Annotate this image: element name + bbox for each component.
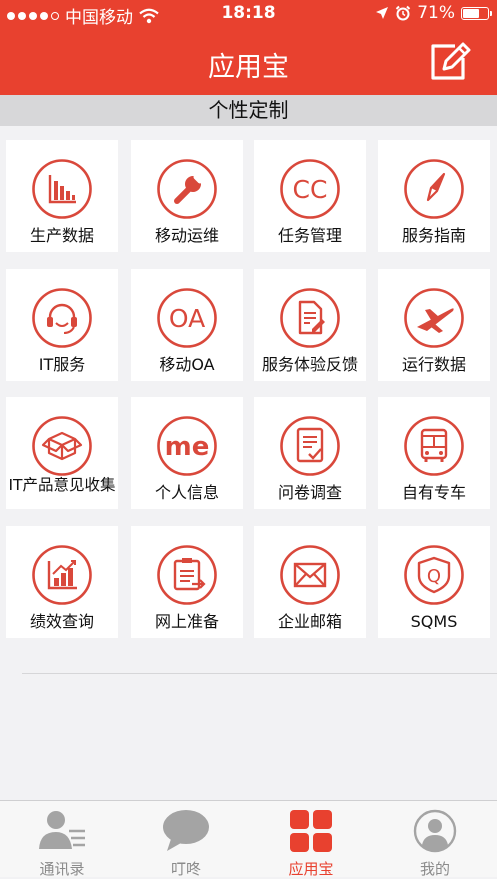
status-right: 71% <box>375 3 492 23</box>
app-tile[interactable]: 生产数据 <box>6 140 118 252</box>
wrench-icon <box>157 159 217 219</box>
contacts-icon <box>39 811 85 849</box>
cc-icon: CC <box>280 159 340 219</box>
chat-bubble-icon <box>163 810 209 851</box>
tab-dingdong[interactable]: 叮咚 <box>124 801 248 878</box>
battery-percentage: 71% <box>417 3 455 23</box>
app-grid-icon <box>290 810 332 852</box>
headset-icon <box>32 288 92 348</box>
status-bar: 中国移动 18:18 71% <box>0 0 497 28</box>
app-tile-label: 自有专车 <box>401 483 466 502</box>
app-tile[interactable]: CC 任务管理 <box>254 140 366 252</box>
app-tile[interactable]: 服务指南 <box>378 140 490 252</box>
bar-chart-icon <box>32 159 92 219</box>
page-title: 应用宝 <box>208 52 289 83</box>
tab-apps[interactable]: 应用宝 <box>249 801 373 878</box>
svg-text:Q: Q <box>427 566 441 587</box>
app-tile-label: SQMS <box>410 612 458 631</box>
checklist-icon <box>280 416 340 476</box>
app-tile[interactable]: 网上准备 <box>131 526 243 638</box>
content-divider <box>22 673 497 674</box>
airplane-icon <box>404 288 464 348</box>
svg-text:OA: OA <box>169 304 205 333</box>
app-tile[interactable]: 企业邮箱 <box>254 526 366 638</box>
app-tile[interactable]: Q SQMS <box>378 526 490 638</box>
app-tile-label: IT产品意见收集 <box>8 476 116 494</box>
battery-fill <box>463 8 479 18</box>
app-tile[interactable]: 绩效查询 <box>6 526 118 638</box>
shield-q-icon: Q <box>404 545 464 605</box>
app-tile[interactable]: OA 移动OA <box>131 269 243 381</box>
oa-icon: OA <box>157 288 217 348</box>
app-tile-label: 运行数据 <box>401 355 466 374</box>
app-tile-label: 移动运维 <box>154 226 219 245</box>
status-left: 中国移动 <box>7 3 159 28</box>
tab-bar: 通讯录 叮咚 应用宝 我的 <box>0 800 497 878</box>
svg-text:CC: CC <box>293 175 328 204</box>
tab-label: 我的 <box>419 860 450 878</box>
wifi-icon <box>139 8 159 23</box>
app-tile[interactable]: me 个人信息 <box>131 397 243 509</box>
tab-label: 应用宝 <box>288 860 334 878</box>
app-tile[interactable]: 移动运维 <box>131 140 243 252</box>
app-tile[interactable]: 运行数据 <box>378 269 490 381</box>
app-tile[interactable]: 服务体验反馈 <box>254 269 366 381</box>
app-screen: 中国移动 18:18 71% 应用宝 个性定制 生产数据 移动运维 CC 任务管… <box>0 0 497 878</box>
app-tile[interactable]: IT服务 <box>6 269 118 381</box>
edit-icon[interactable] <box>427 40 471 84</box>
clipboard-icon <box>157 545 217 605</box>
location-arrow-icon <box>376 7 389 19</box>
app-tile-label: IT服务 <box>38 355 86 374</box>
profile-icon <box>413 809 457 853</box>
me-icon: me <box>157 416 217 476</box>
app-tile-label: 服务指南 <box>401 226 466 245</box>
app-tile-label: 绩效查询 <box>29 612 94 631</box>
app-tile-label: 个人信息 <box>154 483 219 502</box>
app-tile-label: 生产数据 <box>29 226 94 245</box>
bus-icon <box>404 416 464 476</box>
section-header: 个性定制 <box>0 95 497 126</box>
app-tile[interactable]: 问卷调查 <box>254 397 366 509</box>
box-icon <box>32 416 92 476</box>
tab-me[interactable]: 我的 <box>373 801 497 878</box>
growth-chart-icon <box>32 545 92 605</box>
tab-label: 通讯录 <box>39 860 85 878</box>
svg-text:me: me <box>165 432 210 462</box>
tab-label: 叮咚 <box>170 860 201 878</box>
signal-strength-icon <box>7 11 59 20</box>
document-edit-icon <box>280 288 340 348</box>
mail-icon <box>280 545 340 605</box>
app-tile-label: 服务体验反馈 <box>261 355 358 374</box>
navigation-bar: 应用宝 <box>0 28 497 95</box>
carrier-name: 中国移动 <box>65 8 133 28</box>
app-tile-label: 网上准备 <box>154 612 219 631</box>
app-tile-label: 企业邮箱 <box>277 612 342 631</box>
compass-icon <box>404 159 464 219</box>
tab-contacts[interactable]: 通讯录 <box>0 801 124 878</box>
app-tile[interactable]: 自有专车 <box>378 397 490 509</box>
app-tile-label: 移动OA <box>159 355 215 374</box>
app-tile[interactable]: IT产品意见收集 <box>6 397 118 509</box>
battery-icon <box>461 6 492 20</box>
app-tile-label: 任务管理 <box>277 226 342 245</box>
app-tile-label: 问卷调查 <box>277 483 342 502</box>
alarm-clock-icon <box>395 5 411 21</box>
